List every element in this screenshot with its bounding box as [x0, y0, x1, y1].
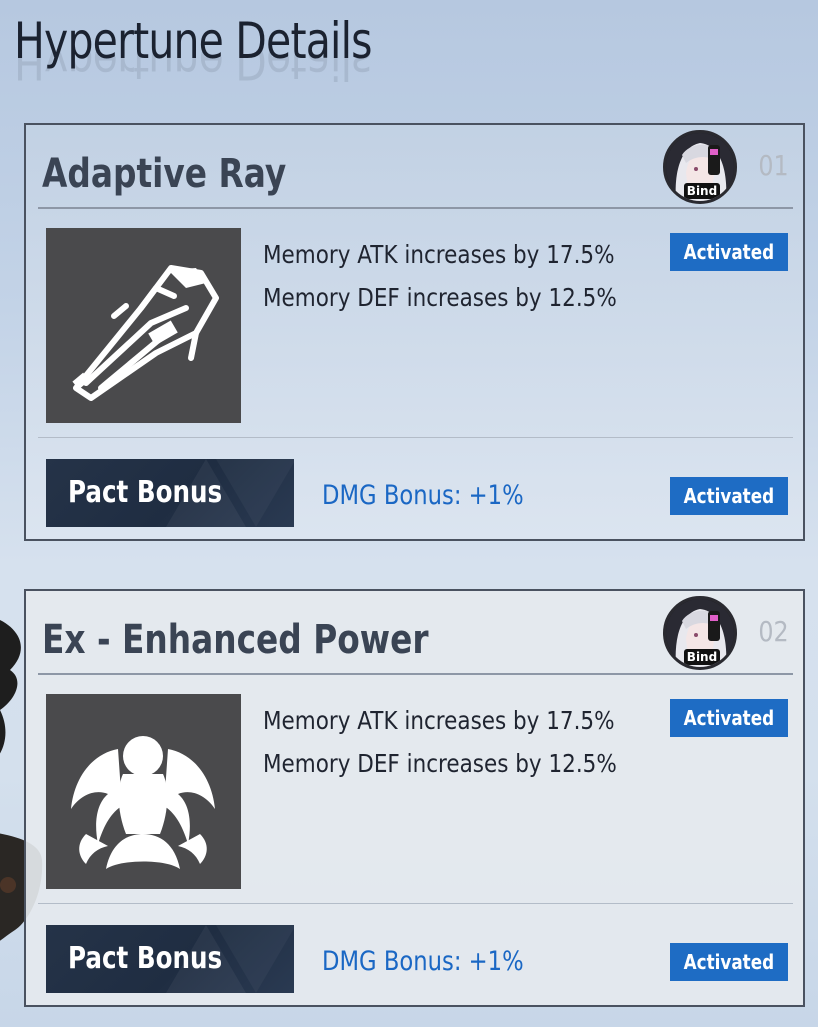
page-title-reflection: Hypertune Details	[14, 50, 372, 90]
effects-status-badge: Activated	[670, 699, 788, 737]
divider	[38, 437, 793, 438]
pact-status-badge: Activated	[670, 477, 788, 515]
divider	[38, 207, 793, 209]
character-avatar[interactable]: Bind	[663, 130, 737, 204]
pact-bonus-label: Pact Bonus	[68, 941, 223, 976]
divider	[38, 673, 793, 675]
bind-badge: Bind	[684, 183, 720, 199]
card-title: Ex - Enhanced Power	[42, 617, 429, 663]
effects-status-badge: Activated	[670, 233, 788, 271]
pact-bonus-label: Pact Bonus	[68, 475, 223, 510]
dmg-bonus-text: DMG Bonus: +1%	[322, 480, 524, 511]
pact-status-badge: Activated	[670, 943, 788, 981]
pact-bonus-button[interactable]: Pact Bonus	[46, 925, 294, 993]
card-number: 02	[758, 615, 789, 648]
hypertune-card-2: Ex - Enhanced Power Bind 02 Memory ATK i…	[24, 589, 805, 1007]
dmg-bonus-text: DMG Bonus: +1%	[322, 946, 524, 977]
bind-badge: Bind	[684, 649, 720, 665]
divider	[38, 903, 793, 904]
effect-atk: Memory ATK increases by 17.5%	[263, 706, 615, 735]
card-title: Adaptive Ray	[42, 151, 287, 197]
page-header: Hypertune Details Hypertune Details	[14, 12, 450, 112]
effect-atk: Memory ATK increases by 17.5%	[263, 240, 615, 269]
pact-bonus-button[interactable]: Pact Bonus	[46, 459, 294, 527]
effects-list: Memory ATK increases by 17.5% Memory DEF…	[263, 233, 674, 319]
character-avatar[interactable]: Bind	[663, 596, 737, 670]
adaptive-ray-icon	[46, 228, 241, 423]
hypertune-card-1: Adaptive Ray Bind 01 Memory ATK increase…	[24, 123, 805, 541]
effect-def: Memory DEF increases by 12.5%	[263, 749, 617, 778]
enhanced-power-icon	[46, 694, 241, 889]
effect-def: Memory DEF increases by 12.5%	[263, 283, 617, 312]
effects-list: Memory ATK increases by 17.5% Memory DEF…	[263, 699, 674, 785]
card-number: 01	[758, 149, 789, 182]
